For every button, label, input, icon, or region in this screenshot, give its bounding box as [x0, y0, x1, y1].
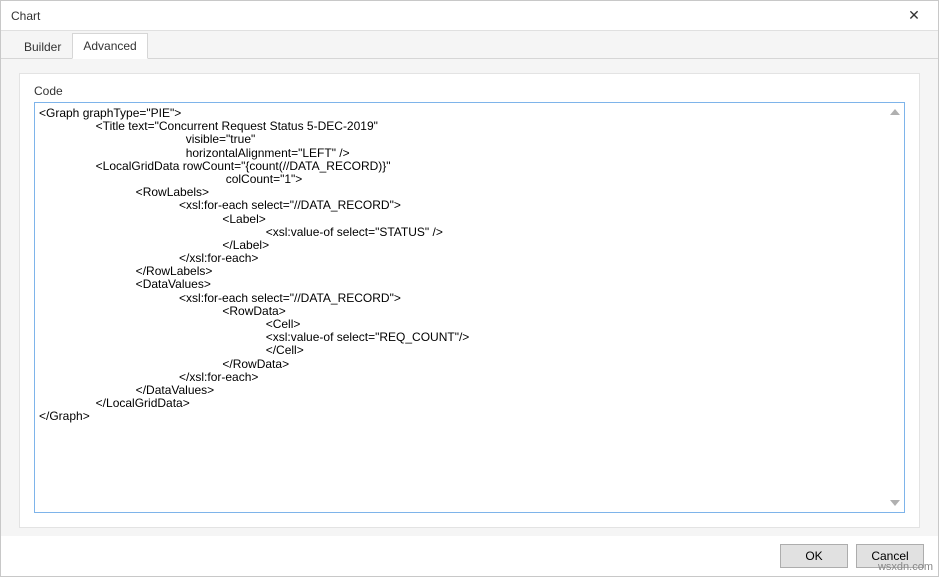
code-box-wrap	[34, 102, 905, 513]
content-area: Code	[1, 59, 938, 536]
dialog-title: Chart	[11, 9, 40, 23]
ok-button-label: OK	[805, 549, 822, 563]
close-icon[interactable]: ✕	[898, 4, 930, 28]
titlebar: Chart ✕	[1, 1, 938, 31]
tab-advanced[interactable]: Advanced	[72, 33, 147, 59]
tab-builder-label: Builder	[24, 40, 61, 54]
close-glyph: ✕	[908, 7, 920, 24]
chart-dialog: Chart ✕ Builder Advanced Code	[0, 0, 939, 577]
tab-bar: Builder Advanced	[1, 31, 938, 59]
ok-button[interactable]: OK	[780, 544, 848, 568]
scroll-down-icon[interactable]	[888, 496, 902, 510]
advanced-panel: Code	[19, 73, 920, 528]
watermark: wsxdn.com	[878, 561, 933, 573]
button-row: OK Cancel	[1, 536, 938, 576]
code-label: Code	[34, 84, 905, 98]
tab-advanced-label: Advanced	[83, 39, 136, 53]
tab-builder[interactable]: Builder	[13, 34, 72, 59]
scroll-up-icon[interactable]	[888, 105, 902, 119]
code-textarea[interactable]	[35, 103, 904, 512]
